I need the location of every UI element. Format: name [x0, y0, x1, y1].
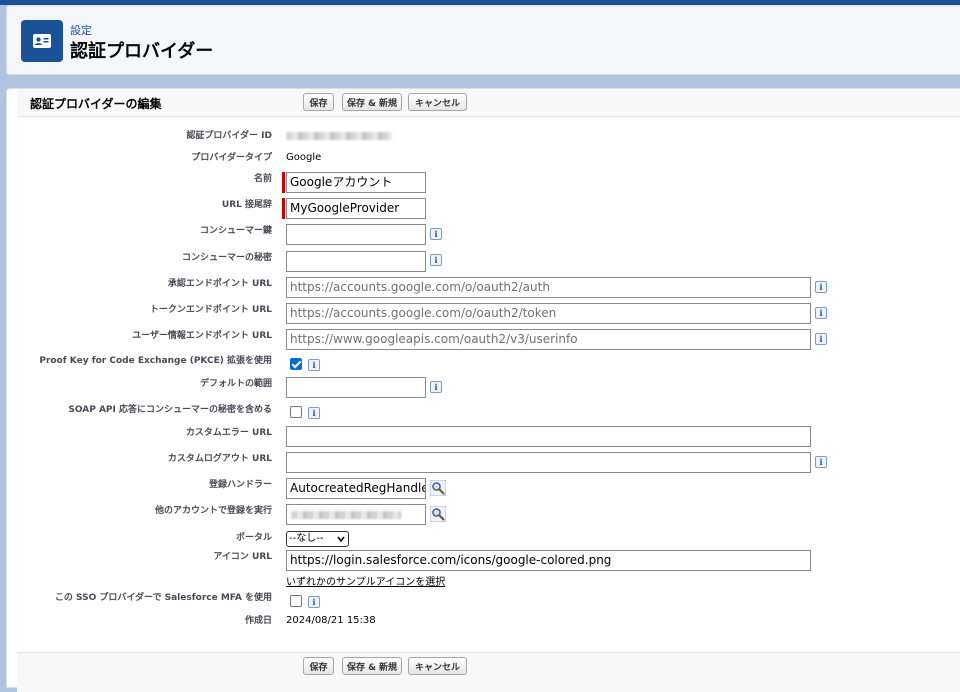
info-icon[interactable]: i — [815, 281, 827, 293]
url-suffix-input[interactable]: MyGoogleProvider — [286, 198, 426, 219]
execute-as-input[interactable] — [286, 504, 426, 525]
portal-label: ポータル — [235, 533, 272, 543]
page-header: 設定 認証プロバイダー — [6, 5, 960, 75]
consumer-key-label: コンシューマー鍵 — [199, 226, 272, 236]
info-icon[interactable]: i — [308, 359, 320, 371]
soap-secret-label: SOAP API 応答にコンシューマーの秘密を含める — [68, 405, 272, 415]
cancel-button-bottom[interactable]: キャンセル — [408, 657, 467, 675]
info-icon[interactable]: i — [815, 456, 827, 468]
info-icon[interactable]: i — [815, 333, 827, 345]
reg-handler-input[interactable]: AutocreatedRegHandle — [286, 478, 426, 499]
portal-select[interactable]: --なし-- — [286, 531, 349, 547]
created-date-label: 作成日 — [244, 616, 272, 626]
section-header: 認証プロバイダーの編集 保存 保存 & 新規 キャンセル — [17, 89, 960, 117]
consumer-key-input[interactable] — [286, 224, 426, 245]
edit-panel: 認証プロバイダーの編集 保存 保存 & 新規 キャンセル 認証プロバイダー ID… — [6, 88, 960, 692]
provider-type-value: Google — [286, 152, 322, 163]
contact-card-icon — [21, 20, 63, 62]
reg-handler-label: 登録ハンドラー — [208, 480, 272, 490]
cancel-button-top[interactable]: キャンセル — [408, 93, 467, 111]
sso-mfa-label: この SSO プロバイダーで Salesforce MFA を使用 — [54, 593, 272, 603]
page-title: 認証プロバイダー — [70, 41, 214, 62]
save-new-button-bottom[interactable]: 保存 & 新規 — [342, 657, 402, 675]
section-footer: 保存 保存 & 新規 キャンセル — [17, 652, 960, 692]
default-scopes-input[interactable] — [286, 377, 426, 398]
required-indicator — [282, 172, 285, 193]
created-date-value: 2024/08/21 15:38 — [286, 615, 376, 626]
userinfo-url-label: ユーザー情報エンドポイント URL — [132, 331, 272, 341]
custom-error-url-label: カスタムエラー URL — [185, 428, 272, 438]
pkce-checkbox[interactable] — [290, 358, 302, 370]
info-icon[interactable]: i — [430, 228, 442, 240]
name-input[interactable]: Googleアカウント — [286, 172, 426, 193]
provider-id-label: 認証プロバイダー ID — [186, 131, 272, 141]
save-button-bottom[interactable]: 保存 — [303, 657, 334, 675]
consumer-secret-input[interactable] — [286, 251, 426, 272]
info-icon[interactable]: i — [815, 307, 827, 319]
info-icon[interactable]: i — [430, 381, 442, 393]
custom-logout-url-input[interactable] — [286, 452, 811, 473]
lookup-search-icon[interactable] — [430, 506, 446, 522]
consumer-secret-label: コンシューマーの秘密 — [181, 253, 272, 263]
authorize-url-label: 承認エンドポイント URL — [167, 279, 272, 289]
soap-secret-checkbox[interactable] — [290, 406, 302, 418]
portal-select-value: --なし-- — [289, 533, 324, 544]
authorize-url-input[interactable]: https://accounts.google.com/o/oauth2/aut… — [286, 277, 811, 298]
icon-url-label: アイコン URL — [213, 552, 272, 562]
name-label: 名前 — [253, 174, 272, 184]
sso-mfa-checkbox[interactable] — [290, 595, 302, 607]
url-suffix-label: URL 接尾辞 — [221, 200, 272, 210]
info-icon[interactable]: i — [430, 254, 442, 266]
default-scopes-label: デフォルトの範囲 — [199, 379, 272, 389]
info-icon[interactable]: i — [308, 407, 320, 419]
sample-icon-link[interactable]: いずれかのサンプルアイコンを選択 — [286, 573, 445, 588]
execute-as-label: 他のアカウントで登録を実行 — [154, 506, 272, 516]
section-title: 認証プロバイダーの編集 — [30, 97, 162, 111]
custom-error-url-input[interactable] — [286, 426, 811, 447]
save-new-button-top[interactable]: 保存 & 新規 — [342, 93, 402, 111]
userinfo-url-input[interactable]: https://www.googleapis.com/oauth2/v3/use… — [286, 329, 811, 350]
icon-url-input[interactable]: https://login.salesforce.com/icons/googl… — [286, 550, 811, 571]
token-url-input[interactable]: https://accounts.google.com/o/oauth2/tok… — [286, 303, 811, 324]
pkce-label: Proof Key for Code Exchange (PKCE) 拡張を使用 — [39, 356, 272, 366]
provider-id-value-redacted — [286, 132, 392, 140]
info-icon[interactable]: i — [308, 596, 320, 608]
breadcrumb[interactable]: 設定 — [70, 22, 92, 38]
chevron-down-icon — [337, 536, 345, 543]
required-indicator — [282, 198, 285, 219]
save-button-top[interactable]: 保存 — [303, 93, 334, 111]
token-url-label: トークンエンドポイント URL — [149, 305, 272, 315]
execute-as-value-redacted — [291, 511, 401, 519]
lookup-search-icon[interactable] — [430, 480, 446, 496]
custom-logout-url-label: カスタムログアウト URL — [167, 454, 272, 464]
provider-type-label: プロバイダータイプ — [191, 153, 272, 163]
